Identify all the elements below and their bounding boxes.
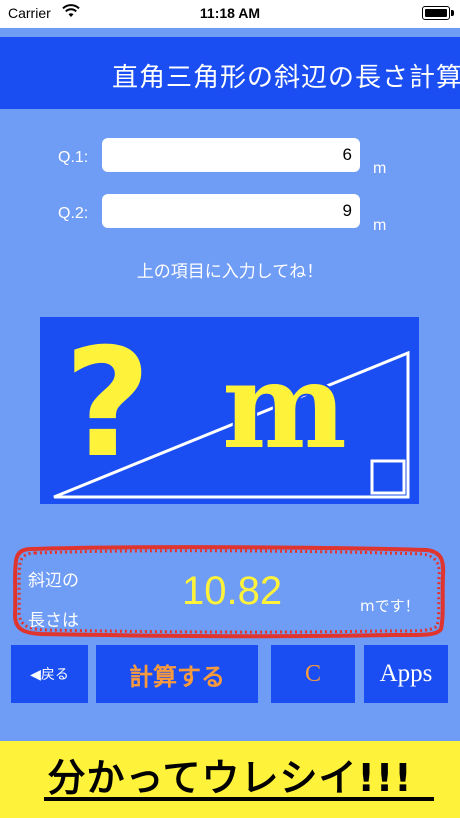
q1-input[interactable]: 6 bbox=[102, 138, 360, 172]
q2-unit: m bbox=[373, 217, 387, 234]
right-angle-mark bbox=[370, 459, 406, 495]
bottom-banner: 分かってウレシイ!!! bbox=[0, 741, 460, 818]
battery-icon bbox=[422, 6, 454, 20]
calculate-button[interactable]: 計算する bbox=[96, 645, 258, 703]
unit-m: m bbox=[222, 336, 347, 475]
apps-button[interactable]: Apps bbox=[364, 645, 448, 703]
q2-input[interactable]: 9 bbox=[102, 194, 360, 228]
input-hint: 上の項目に入力してね！ bbox=[136, 262, 324, 282]
clear-button[interactable]: C bbox=[271, 645, 355, 703]
status-time: 11:18 AM bbox=[199, 5, 261, 21]
q1-unit: m bbox=[373, 160, 387, 177]
q1-label: Q.1: bbox=[58, 149, 89, 166]
question-mark: ? bbox=[64, 317, 151, 491]
banner-underline bbox=[44, 797, 434, 801]
banner-text: 分かってウレシイ!!! bbox=[47, 756, 413, 800]
result-label-line2: 長さは bbox=[28, 611, 79, 631]
status-bar: Carrier 11:18 AM bbox=[0, 0, 460, 28]
result-label-line1: 斜辺の bbox=[28, 571, 79, 591]
back-button[interactable]: ◀戻る bbox=[11, 645, 88, 703]
triangle-illustration: ? m bbox=[40, 317, 419, 504]
page-title: 直角三角形の斜辺の長さ計算 bbox=[112, 63, 460, 93]
result-unit: mです！ bbox=[360, 597, 420, 615]
q2-label: Q.2: bbox=[58, 205, 89, 222]
result-value: 10.82 bbox=[182, 569, 283, 613]
title-bar: 直角三角形の斜辺の長さ計算 bbox=[0, 37, 460, 109]
